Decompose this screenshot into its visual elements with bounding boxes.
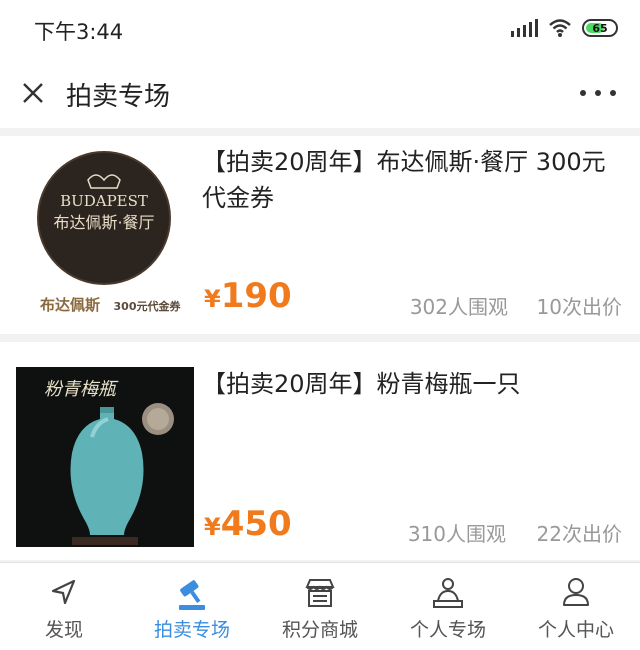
signal-icon	[511, 19, 538, 37]
tab-personal-showcase[interactable]: 个人专场	[384, 563, 512, 650]
status-bar: 下午3:44 65	[0, 0, 640, 58]
battery-level: 65	[592, 21, 608, 35]
logo-brand-text: BUDAPEST	[60, 192, 148, 210]
auction-card[interactable]: 粉青梅瓶 【拍卖20周年】粉青梅瓶一只 ¥450 310人围观 22次出价	[0, 342, 640, 560]
tab-discover[interactable]: 发现	[0, 563, 128, 650]
item-price: ¥450	[204, 504, 292, 544]
item-views: 310人围观	[407, 522, 506, 546]
navigation-arrow-icon	[51, 579, 76, 605]
tab-label: 发现	[44, 619, 83, 641]
page-title: 拍卖专场	[66, 82, 171, 112]
battery-icon: 65	[582, 19, 618, 37]
item-views: 302人围观	[409, 295, 508, 319]
tab-label: 个人专场	[409, 619, 486, 641]
tab-personal-center[interactable]: 个人中心	[512, 563, 640, 650]
store-icon	[305, 579, 335, 607]
tab-points-mall[interactable]: 积分商城	[256, 563, 384, 650]
user-icon	[563, 578, 589, 606]
item-price: ¥190	[204, 276, 292, 316]
item-bids: 22次出价	[536, 522, 622, 546]
tab-label: 积分商城	[281, 619, 358, 641]
tab-label: 拍卖专场	[153, 619, 230, 641]
status-time: 下午3:44	[34, 20, 124, 44]
item-thumbnail: 粉青梅瓶	[16, 367, 194, 547]
person-showcase-icon	[433, 578, 463, 608]
item-bids: 10次出价	[536, 295, 622, 319]
item-title: 【拍卖20周年】布达佩斯·餐厅 300元代金券	[202, 148, 606, 212]
auction-gavel-icon	[179, 580, 205, 610]
logo-name-text: 布达佩斯·餐厅	[53, 213, 154, 232]
close-icon[interactable]	[18, 78, 48, 108]
calligraphy-text: 粉青梅瓶	[44, 379, 119, 400]
tab-auction[interactable]: 拍卖专场	[128, 563, 256, 650]
item-thumbnail: BUDAPEST 布达佩斯·餐厅 布达佩斯 300元代金券	[18, 142, 190, 322]
image-caption-main: 布达佩斯	[40, 296, 100, 314]
image-caption-sub: 300元代金券	[114, 299, 182, 313]
title-bar: 拍卖专场	[0, 58, 640, 128]
bottom-tab-bar: 发现 拍卖专场 积分商城 个人专场 个人中心	[0, 562, 640, 650]
wifi-icon	[549, 19, 571, 37]
more-options-icon[interactable]	[580, 80, 616, 106]
auction-card[interactable]: BUDAPEST 布达佩斯·餐厅 布达佩斯 300元代金券 【拍卖20周年】布达…	[0, 136, 640, 334]
item-title: 【拍卖20周年】粉青梅瓶一只	[202, 370, 521, 398]
tab-label: 个人中心	[537, 619, 614, 641]
status-icons: 65	[511, 18, 618, 38]
